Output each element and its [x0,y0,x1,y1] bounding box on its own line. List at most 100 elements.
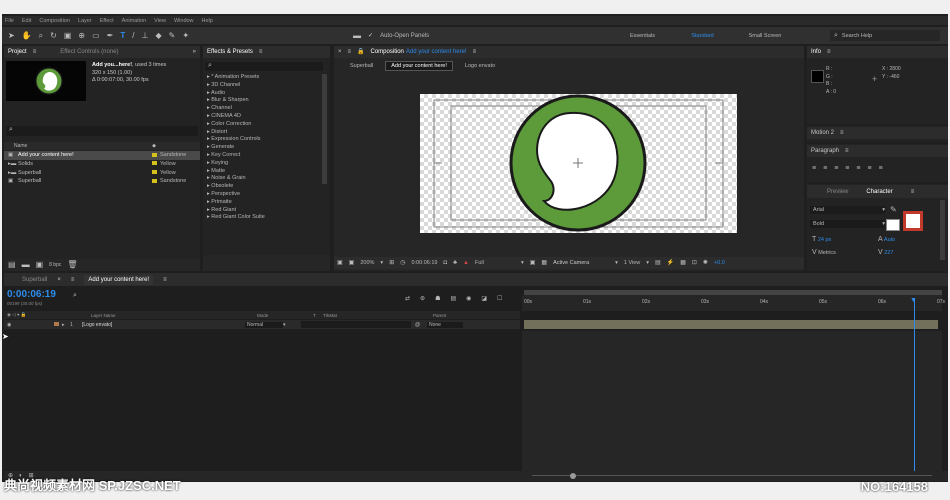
panel-menu-icon[interactable]: ≡ [33,49,37,55]
align-left-icon[interactable]: ≡ [812,165,816,172]
tab-motion[interactable]: Motion 2 [811,130,834,136]
menu-item-view[interactable]: View [154,18,166,24]
breadcrumb-superball[interactable]: Superball [350,63,373,69]
bpc-label[interactable]: 8 bpc [49,262,61,268]
comp-viewer[interactable] [420,94,737,233]
timeline-search-input[interactable]: ⌕ [70,292,130,301]
trkmat-dropdown[interactable] [301,321,411,328]
hand-tool-icon[interactable]: ✋ [22,31,32,40]
effect-category[interactable]: ▸ Channel [203,105,321,113]
font-size-field[interactable]: T 24 px [812,236,831,243]
selection-tool-icon[interactable]: ➤ [8,31,15,40]
effect-category[interactable]: ▸ Perspective [203,191,321,199]
pen-tool-icon[interactable]: ✒ [107,31,114,40]
effect-category[interactable]: ▸ Keying [203,160,321,168]
align-center-icon[interactable]: ≡ [823,165,827,172]
workspace-standard[interactable]: Standard [675,33,730,39]
roi-icon[interactable]: ▣ [530,260,536,266]
effect-category[interactable]: ▸ Noise & Grain [203,175,321,183]
exposure-icon[interactable]: ✺ [703,260,708,266]
tracking-field[interactable]: V 227 [878,249,893,256]
menu-item-window[interactable]: Window [174,18,194,24]
motion-blur-icon[interactable]: ◉ [466,295,471,302]
fast-preview-icon[interactable]: ⚡ [667,260,674,266]
work-area-bar[interactable] [524,290,942,295]
timeline-current-time[interactable]: 0:00:06:19 [7,289,56,300]
expand-panels-icon[interactable]: » [193,49,196,55]
align-right-icon[interactable]: ≡ [834,165,838,172]
fill-stroke-swatch[interactable] [886,219,900,231]
effects-search-input[interactable]: ⌕ [205,62,323,71]
parent-dropdown[interactable]: None [427,321,463,328]
layer-label-swatch[interactable] [54,322,62,328]
menu-item-edit[interactable]: Edit [22,18,31,24]
mask-tool-icon[interactable]: ▭ [92,31,100,40]
camera-dropdown[interactable]: Active Camera [553,260,609,266]
panel-menu-icon[interactable]: ≡ [163,277,167,283]
mask-view-icon[interactable]: ▣ [349,260,355,266]
panel-menu-icon[interactable]: ≡ [473,49,477,55]
menu-item-layer[interactable]: Layer [78,18,92,24]
effect-category[interactable]: ▸ Key Correct [203,152,321,160]
tab-info[interactable]: Info [811,49,821,55]
visibility-icon[interactable]: ◉ [7,322,19,328]
effect-category[interactable]: ▸ Red Giant Color Suite [203,214,321,222]
font-style-dropdown[interactable]: Bold ▾ [810,220,885,228]
grid-icon[interactable]: ⊞ [389,260,394,266]
menu-item-animation[interactable]: Animation [122,18,146,24]
eraser-tool-icon[interactable]: ◆ [155,31,161,40]
exposure-value[interactable]: +0.0 [714,260,725,266]
character-scrollbar[interactable] [940,200,945,260]
brush-tool-icon[interactable]: / [132,31,134,40]
resolution-dropdown[interactable]: Full [475,260,515,266]
tab-timeline-superball[interactable]: Superball [22,277,47,283]
layer-row[interactable]: ◉ ▸ 1 [Logo envato] Normal ▾ @ None [4,320,520,329]
kerning-field[interactable]: V Metrics [812,249,836,256]
tab-effect-controls[interactable]: Effect Controls (none) [60,49,118,55]
view-dropdown[interactable]: 1 View [624,260,640,266]
comp-time[interactable]: 0:00:06:19 [411,260,437,266]
menu-item-composition[interactable]: Composition [39,18,70,24]
panel-menu-icon[interactable]: ≡ [840,130,844,136]
stroke-color-swatch[interactable] [903,211,923,231]
breadcrumb-current[interactable]: Add your content here! [385,61,453,71]
justify-center-icon[interactable]: ≡ [856,165,860,172]
always-preview-icon[interactable]: ▣ [337,260,343,266]
type-tool-icon[interactable]: T [120,31,125,40]
effect-category[interactable]: ▸ CINEMA 4D [203,113,321,121]
effect-category[interactable]: ▸ Obsolete [203,183,321,191]
trash-icon[interactable]: 🗑 [67,261,77,269]
panel-menu-icon[interactable]: ≡ [259,49,263,55]
flowchart-icon[interactable]: ⊡ [692,260,697,266]
playhead-icon[interactable]: ▼ [910,297,917,304]
project-item[interactable]: ▣ Superball Sandstone [4,177,200,186]
effect-category[interactable]: ▸ Expression Controls [203,136,321,144]
comp-flowchart-icon[interactable]: ⇄ [405,295,410,302]
layer-expand-icon[interactable]: ▸ [62,322,70,328]
close-icon[interactable]: × [57,277,61,283]
eyedropper-icon[interactable]: ✎ [890,205,897,214]
tab-project[interactable]: Project [8,49,27,55]
tab-preview[interactable]: Preview [827,189,848,195]
panel-menu-icon[interactable]: ≡ [827,49,831,55]
panel-menu-icon[interactable]: ≡ [911,189,915,195]
toggle-pixel-icon[interactable]: ▤ [655,260,661,266]
effect-category[interactable]: ▸ Blur & Sharpen [203,97,321,105]
project-item[interactable]: ▸▬ Superball Yellow [4,169,200,178]
project-search-input[interactable]: ⌕ [6,126,198,136]
justify-left-icon[interactable]: ≡ [845,165,849,172]
lock-icon[interactable]: 🔒 [357,49,364,55]
close-icon[interactable]: × [338,49,342,55]
effects-scrollbar[interactable] [322,74,327,184]
tab-timeline-current[interactable]: Add your content here! [84,274,154,285]
timeline-icon[interactable]: ▦ [680,260,686,266]
font-family-dropdown[interactable]: Arial ▾ [810,206,885,214]
rotate-tool-icon[interactable]: ↻ [50,31,57,40]
clone-tool-icon[interactable]: ⊥ [142,31,149,40]
brainstorm-icon[interactable]: ☐ [497,295,502,302]
search-help[interactable]: ⌕ Search Help [830,30,940,41]
graph-editor-icon[interactable]: ◪ [481,295,487,302]
draft-3d-icon[interactable]: ⊛ [420,295,425,302]
puppet-tool-icon[interactable]: ✦ [182,31,189,40]
layer-mode-dropdown[interactable]: Normal [245,321,283,328]
